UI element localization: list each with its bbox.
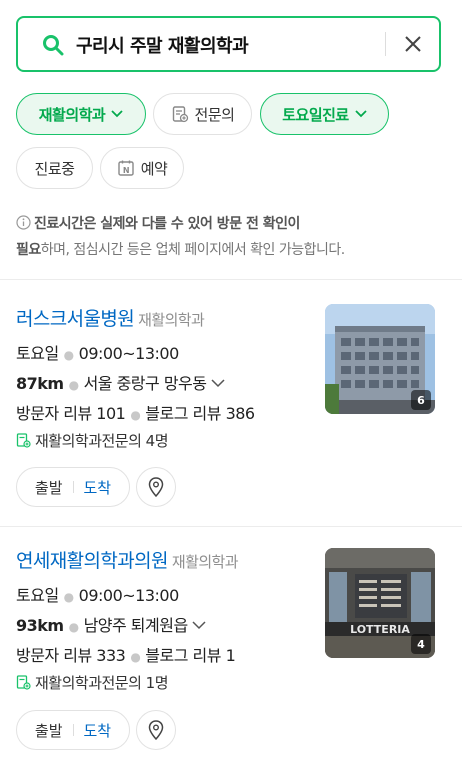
filter-chip-saturday[interactable]: 토요일진료 xyxy=(260,93,389,135)
address-row[interactable]: 93km ● 남양주 퇴계원읍 xyxy=(16,612,206,636)
hours-day: 토요일 xyxy=(16,586,59,605)
place-card[interactable]: 러스크서울병원 재활의학과 토요일 ● 09:00~13:00 87km ● 서울 중랑구… xyxy=(0,280,462,525)
place-name-link[interactable]: 연세재활의학과의원 xyxy=(16,550,169,572)
hours-notice: 진료시간은 실제와 다를 수 있어 방문 전 확인이필요하며, 점심시간 등은 … xyxy=(16,211,446,263)
svg-text:LOTTERIA: LOTTERIA xyxy=(350,623,410,636)
map-pin-icon xyxy=(148,720,164,740)
filter-chip-label: 예약 xyxy=(140,159,168,178)
chevron-down-icon xyxy=(192,621,206,630)
search-divider xyxy=(385,32,386,56)
filter-chip-label: 전문의 xyxy=(194,105,235,124)
map-pin-button[interactable] xyxy=(136,710,176,750)
photo-count-badge: 6 xyxy=(411,390,431,410)
svg-text:N: N xyxy=(123,166,129,175)
place-card[interactable]: 연세재활의학과의원 재활의학과 토요일 ● 09:00~13:00 93km ● 남양주 … xyxy=(0,524,462,760)
specialist-doc-icon xyxy=(16,433,31,448)
chevron-down-icon xyxy=(111,110,123,118)
place-title-line: 러스크서울병원 재활의학과 xyxy=(16,304,205,331)
notice-text: 하며, 점심시간 등은 업체 페이지에서 확인 가능합니다. xyxy=(40,242,345,258)
route-arrive-button[interactable]: 도착 xyxy=(84,720,112,741)
map-pin-button[interactable] xyxy=(136,467,176,507)
address: 남양주 퇴계원읍 xyxy=(83,616,189,635)
filter-chip-label: 재활의학과 xyxy=(38,105,106,124)
hours-row: 토요일 ● 09:00~13:00 xyxy=(16,344,180,363)
place-photo[interactable]: LOTTERIA 4 xyxy=(325,548,435,658)
map-pin-icon xyxy=(148,477,164,497)
filter-chip-rehab[interactable]: 재활의학과 xyxy=(16,93,146,135)
hours-time: 09:00~13:00 xyxy=(78,586,180,605)
blog-reviews[interactable]: 블로그 리뷰 386 xyxy=(145,404,255,423)
address-row[interactable]: 87km ● 서울 중랑구 망우동 xyxy=(16,370,225,394)
review-row: 방문자 리뷰 333 ● 블로그 리뷰 1 xyxy=(16,646,236,665)
specialist-doc-icon xyxy=(172,106,188,123)
specialist-count: 재활의학과전문의 1명 xyxy=(35,674,169,692)
hours-time: 09:00~13:00 xyxy=(78,344,180,363)
route-button[interactable]: 출발 도착 xyxy=(16,710,130,750)
hours-row: 토요일 ● 09:00~13:00 xyxy=(16,586,180,605)
route-arrive-button[interactable]: 도착 xyxy=(84,477,112,498)
route-start-button[interactable]: 출발 xyxy=(35,477,63,498)
route-start-button[interactable]: 출발 xyxy=(35,720,63,741)
place-photo[interactable]: 6 xyxy=(325,304,435,414)
naver-booking-icon: N xyxy=(117,160,134,176)
filter-chip-label: 진료중 xyxy=(34,159,75,178)
specialist-row: 재활의학과전문의 1명 xyxy=(16,672,169,693)
address: 서울 중랑구 망우동 xyxy=(83,374,207,393)
chevron-down-icon xyxy=(210,379,225,388)
visitor-reviews[interactable]: 방문자 리뷰 101 xyxy=(16,404,126,423)
notice-bold-text-2: 필요 xyxy=(16,242,41,258)
search-box[interactable]: 구리시 주말 재활의학과 xyxy=(16,16,441,72)
distance: 93km xyxy=(16,616,64,635)
search-input[interactable]: 구리시 주말 재활의학과 xyxy=(76,32,249,58)
place-name-link[interactable]: 러스크서울병원 xyxy=(16,308,135,330)
filter-chip-label: 토요일진료 xyxy=(282,105,349,124)
specialist-row: 재활의학과전문의 4명 xyxy=(16,430,169,451)
place-category: 재활의학과 xyxy=(171,553,239,571)
info-icon xyxy=(16,215,31,230)
notice-bold-text: 진료시간은 실제와 다를 수 있어 방문 전 확인이 xyxy=(34,216,300,232)
chevron-down-icon xyxy=(355,110,367,118)
filter-chip-specialist[interactable]: 전문의 xyxy=(153,93,252,135)
place-category: 재활의학과 xyxy=(138,311,205,329)
filter-chip-booking[interactable]: N 예약 xyxy=(100,147,184,189)
place-title-line: 연세재활의학과의원 재활의학과 xyxy=(16,546,239,573)
search-icon xyxy=(43,35,64,56)
photo-count-badge: 4 xyxy=(411,634,431,654)
filter-chip-open-now[interactable]: 진료중 xyxy=(16,147,93,189)
close-icon[interactable] xyxy=(401,32,425,56)
review-row: 방문자 리뷰 101 ● 블로그 리뷰 386 xyxy=(16,404,255,423)
route-button[interactable]: 출발 도착 xyxy=(16,467,130,507)
specialist-count: 재활의학과전문의 4명 xyxy=(35,432,169,450)
distance: 87km xyxy=(16,374,64,393)
specialist-doc-icon xyxy=(16,675,31,690)
hours-day: 토요일 xyxy=(16,344,59,363)
blog-reviews[interactable]: 블로그 리뷰 1 xyxy=(145,646,235,665)
visitor-reviews[interactable]: 방문자 리뷰 333 xyxy=(16,646,126,665)
